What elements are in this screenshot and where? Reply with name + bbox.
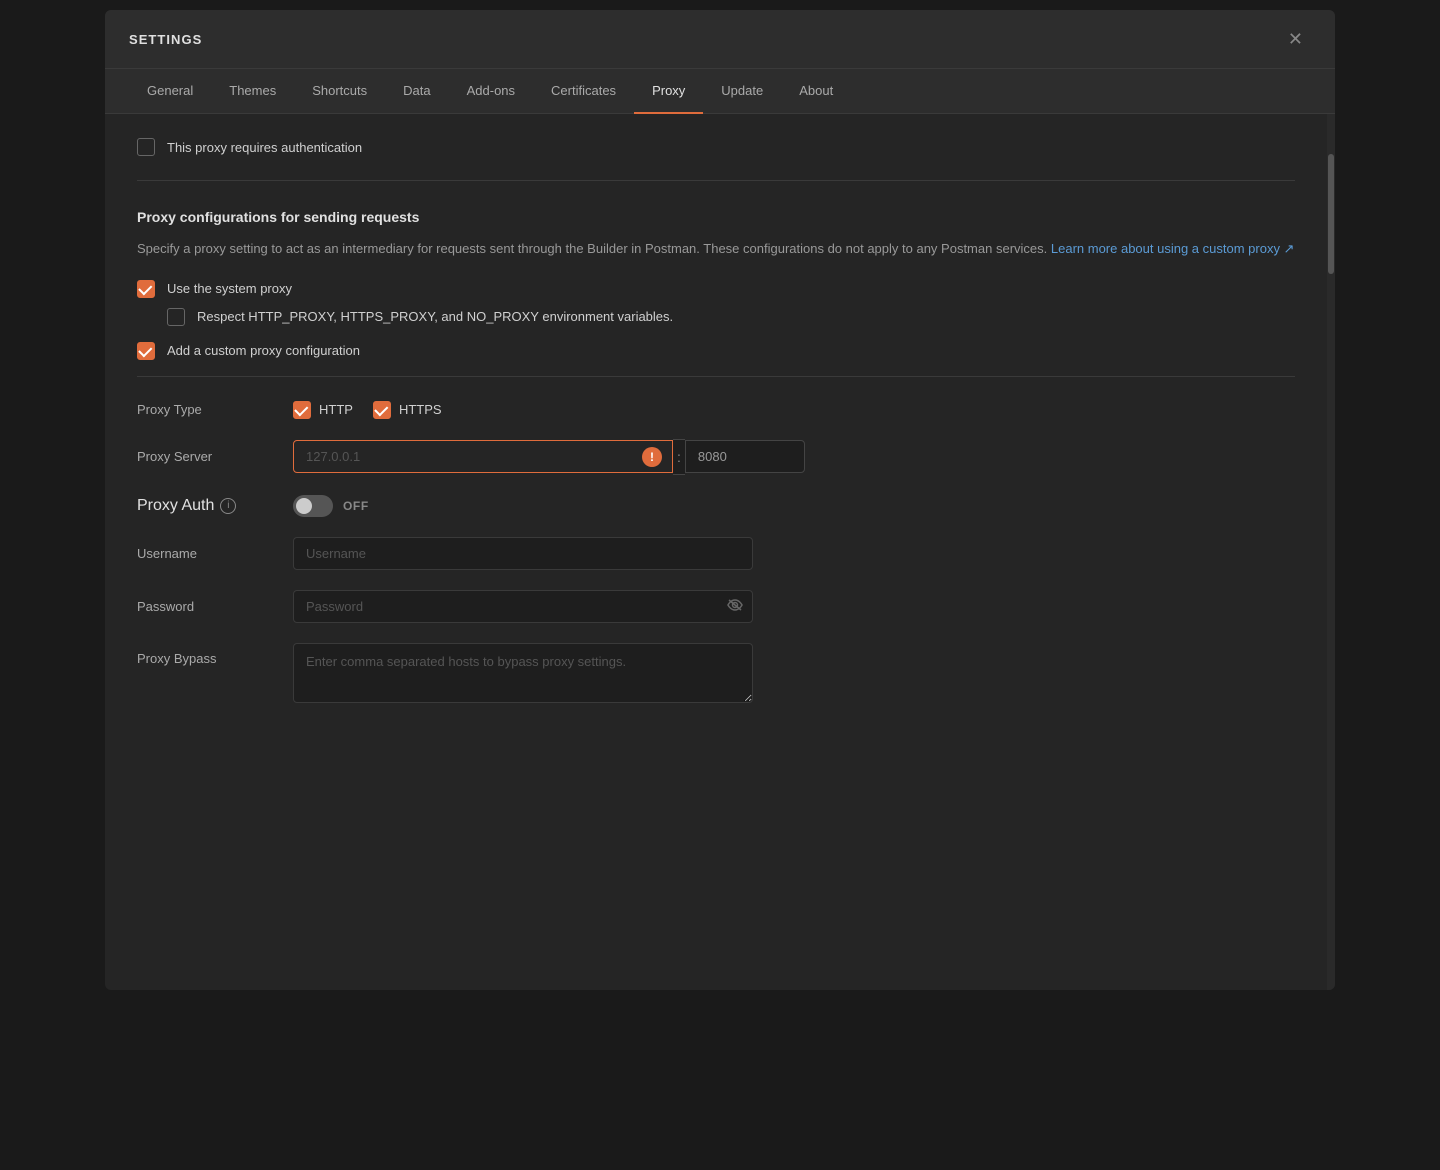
proxy-auth-toggle[interactable] <box>293 495 333 517</box>
use-system-proxy-block: Use the system proxy Respect HTTP_PROXY,… <box>137 280 1295 326</box>
window-title: SETTINGS <box>129 32 202 47</box>
divider <box>137 376 1295 377</box>
tab-about[interactable]: About <box>781 69 851 114</box>
proxy-configs-section: Proxy configurations for sending request… <box>137 209 1295 703</box>
password-visibility-icon[interactable] <box>727 598 743 614</box>
proxy-auth-info-icon[interactable]: i <box>220 498 236 514</box>
proxy-type-row: Proxy Type HTTP HTTPS <box>137 401 1295 419</box>
tab-addons[interactable]: Add-ons <box>449 69 533 114</box>
tab-general[interactable]: General <box>129 69 211 114</box>
username-input[interactable] <box>293 537 753 570</box>
tab-themes[interactable]: Themes <box>211 69 294 114</box>
proxy-server-input-wrapper: ! <box>293 440 673 473</box>
use-system-proxy-checkbox[interactable] <box>137 280 155 298</box>
password-label: Password <box>137 599 277 614</box>
content-area: This proxy requires authentication Proxy… <box>105 114 1335 990</box>
password-row: Password <box>137 590 1295 623</box>
proxy-server-error-icon: ! <box>642 447 662 467</box>
tab-bar: General Themes Shortcuts Data Add-ons Ce… <box>105 69 1335 114</box>
learn-more-link[interactable]: Learn more about using a custom proxy ↗ <box>1051 241 1295 256</box>
username-label: Username <box>137 546 277 561</box>
auth-checkbox-label: This proxy requires authentication <box>167 140 362 155</box>
proxy-type-label: Proxy Type <box>137 402 277 417</box>
proxy-auth-row: Proxy Auth i OFF <box>137 495 1295 517</box>
bypass-input[interactable] <box>293 643 753 703</box>
proxy-type-https-label: HTTPS <box>399 402 442 417</box>
proxy-type-https-item: HTTPS <box>373 401 442 419</box>
title-bar: SETTINGS ✕ <box>105 10 1335 69</box>
proxy-port-input[interactable] <box>685 440 805 473</box>
scrollbar-track[interactable] <box>1327 114 1335 990</box>
password-field-wrapper <box>293 590 753 623</box>
bypass-row: Proxy Bypass <box>137 643 1295 703</box>
proxy-type-http-checkbox[interactable] <box>293 401 311 419</box>
proxy-type-checkboxes: HTTP HTTPS <box>293 401 442 419</box>
username-row: Username <box>137 537 1295 570</box>
auth-checkbox-row: This proxy requires authentication <box>137 138 1295 156</box>
env-vars-label: Respect HTTP_PROXY, HTTPS_PROXY, and NO_… <box>197 309 673 324</box>
colon-separator: : <box>673 439 685 475</box>
env-vars-row: Respect HTTP_PROXY, HTTPS_PROXY, and NO_… <box>167 308 1295 326</box>
custom-proxy-block: Add a custom proxy configuration <box>137 342 1295 360</box>
bypass-label: Proxy Bypass <box>137 643 277 666</box>
proxy-server-row: Proxy Server ! : <box>137 439 1295 475</box>
proxy-server-input-group: ! : <box>293 439 805 475</box>
settings-window: SETTINGS ✕ General Themes Shortcuts Data… <box>105 10 1335 990</box>
close-button[interactable]: ✕ <box>1280 26 1311 52</box>
tab-certificates[interactable]: Certificates <box>533 69 634 114</box>
tab-proxy[interactable]: Proxy <box>634 69 703 114</box>
proxy-configs-description: Specify a proxy setting to act as an int… <box>137 239 1295 260</box>
proxy-type-https-checkbox[interactable] <box>373 401 391 419</box>
proxy-server-input[interactable] <box>294 441 672 472</box>
proxy-configs-title: Proxy configurations for sending request… <box>137 209 1295 225</box>
proxy-type-http-item: HTTP <box>293 401 353 419</box>
scrollbar-thumb[interactable] <box>1328 154 1334 274</box>
password-input[interactable] <box>293 590 753 623</box>
proxy-auth-label-wrap: Proxy Auth i <box>137 497 277 515</box>
custom-proxy-label: Add a custom proxy configuration <box>167 343 360 358</box>
proxy-auth-label: Proxy Auth <box>137 497 214 515</box>
proxy-type-http-label: HTTP <box>319 402 353 417</box>
toggle-knob <box>296 498 312 514</box>
proxy-auth-toggle-group: OFF <box>293 495 369 517</box>
proxy-server-label: Proxy Server <box>137 449 277 464</box>
use-system-proxy-label: Use the system proxy <box>167 281 292 296</box>
tab-shortcuts[interactable]: Shortcuts <box>294 69 385 114</box>
top-section: This proxy requires authentication <box>137 138 1295 181</box>
auth-checkbox[interactable] <box>137 138 155 156</box>
tab-data[interactable]: Data <box>385 69 448 114</box>
custom-proxy-checkbox[interactable] <box>137 342 155 360</box>
tab-update[interactable]: Update <box>703 69 781 114</box>
use-system-proxy-row: Use the system proxy <box>137 280 1295 298</box>
env-vars-block: Respect HTTP_PROXY, HTTPS_PROXY, and NO_… <box>167 308 1295 326</box>
env-vars-checkbox[interactable] <box>167 308 185 326</box>
main-content: This proxy requires authentication Proxy… <box>105 114 1327 990</box>
proxy-auth-toggle-label: OFF <box>343 499 369 513</box>
custom-proxy-row: Add a custom proxy configuration <box>137 342 1295 360</box>
